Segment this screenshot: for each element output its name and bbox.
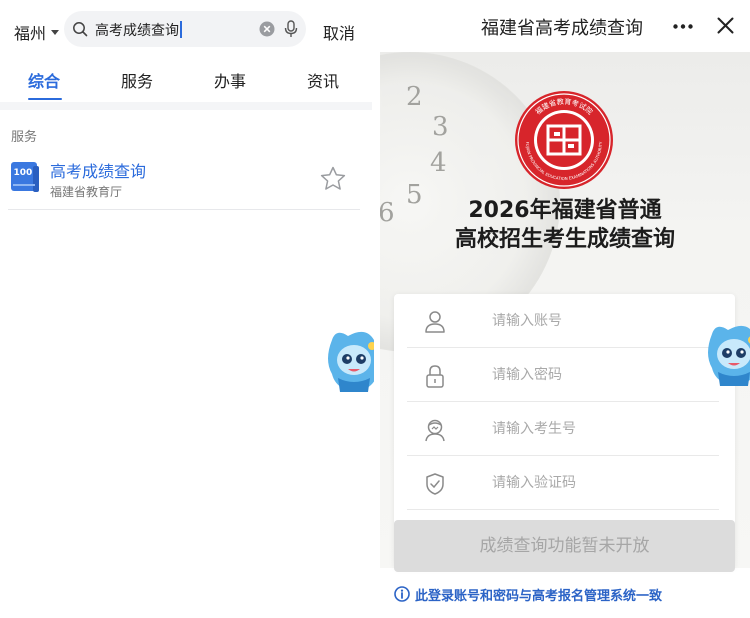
- clear-icon[interactable]: [259, 21, 275, 37]
- student-icon: [425, 419, 445, 442]
- section-title: 服务: [11, 130, 38, 145]
- query-submit-button[interactable]: 成绩查询功能暂未开放: [394, 520, 735, 572]
- result-title[interactable]: 高考成绩查询: [50, 158, 146, 182]
- cancel-button[interactable]: 取消: [323, 20, 355, 44]
- notice-text: 此登录账号和密码与高考报名管理系统一致: [415, 588, 663, 604]
- text-cursor: [180, 21, 182, 38]
- hero-background: 2 3 4 5 6 福建省教育考试院 FUJIAN PROVINCIAL EDU…: [380, 52, 750, 568]
- caret-down-icon: [51, 29, 60, 35]
- tab-services[interactable]: 服务: [121, 68, 153, 92]
- verification-code-placeholder: 请输入验证码: [492, 475, 576, 491]
- divider: [8, 209, 360, 210]
- headline-line-1: 2026年福建省普通: [468, 198, 662, 223]
- verification-code-field[interactable]: 请输入验证码: [407, 456, 719, 510]
- score-query-pane: 福建省高考成绩查询 2 3 4 5 6 福建省教育考试院 FUJIAN PROV…: [380, 0, 750, 618]
- page-title: 福建省高考成绩查询: [481, 18, 643, 39]
- search-results-pane: 福州 高考成绩查询 取消 综合 服务 办事 资讯 服务 100 高考成绩查询 福…: [0, 0, 374, 618]
- password-field[interactable]: 请输入密码: [407, 348, 719, 402]
- account-placeholder: 请输入账号: [492, 313, 562, 329]
- info-icon: [394, 586, 410, 602]
- login-notice: 此登录账号和密码与高考报名管理系统一致: [394, 585, 663, 604]
- page-header: 福建省高考成绩查询: [380, 0, 750, 52]
- account-field[interactable]: 请输入账号: [407, 294, 719, 348]
- result-subtitle: 福建省教育厅: [50, 185, 123, 199]
- page-headline: 2026年福建省普通 高校招生考生成绩查询: [380, 196, 750, 254]
- score-app-icon: 100: [11, 162, 39, 192]
- mascot-icon: [326, 330, 374, 394]
- active-tab-indicator: [28, 98, 62, 100]
- list-item[interactable]: 100 高考成绩查询 福建省教育厅: [8, 152, 360, 210]
- tab-news[interactable]: 资讯: [307, 68, 339, 92]
- shield-check-icon: [426, 473, 444, 495]
- search-icon: [73, 22, 88, 37]
- tab-affairs[interactable]: 办事: [214, 68, 246, 92]
- password-placeholder: 请输入密码: [492, 367, 562, 383]
- headline-line-2: 高校招生考生成绩查询: [454, 227, 675, 252]
- city-selector[interactable]: 福州: [14, 20, 60, 44]
- microphone-icon[interactable]: [284, 20, 298, 38]
- examination-authority-seal: 福建省教育考试院 FUJIAN PROVINCIAL EDUCATION EXA…: [515, 91, 613, 189]
- city-label: 福州: [14, 24, 47, 43]
- star-icon[interactable]: [320, 166, 346, 191]
- tab-comprehensive[interactable]: 综合: [28, 68, 60, 92]
- mascot-icon: [706, 324, 750, 388]
- search-query-text: 高考成绩查询: [95, 23, 179, 39]
- search-bar: 福州 高考成绩查询 取消: [0, 0, 372, 58]
- search-input[interactable]: 高考成绩查询: [64, 11, 306, 47]
- candidate-number-placeholder: 请输入考生号: [492, 421, 576, 437]
- lock-icon: [426, 365, 444, 388]
- divider: [0, 102, 372, 110]
- result-tabs: 综合 服务 办事 资讯: [0, 60, 372, 100]
- candidate-number-field[interactable]: 请输入考生号: [407, 402, 719, 456]
- icon-score-text: 100: [14, 168, 33, 178]
- more-icon[interactable]: [673, 24, 693, 29]
- close-icon[interactable]: [717, 17, 734, 34]
- user-icon: [425, 311, 445, 333]
